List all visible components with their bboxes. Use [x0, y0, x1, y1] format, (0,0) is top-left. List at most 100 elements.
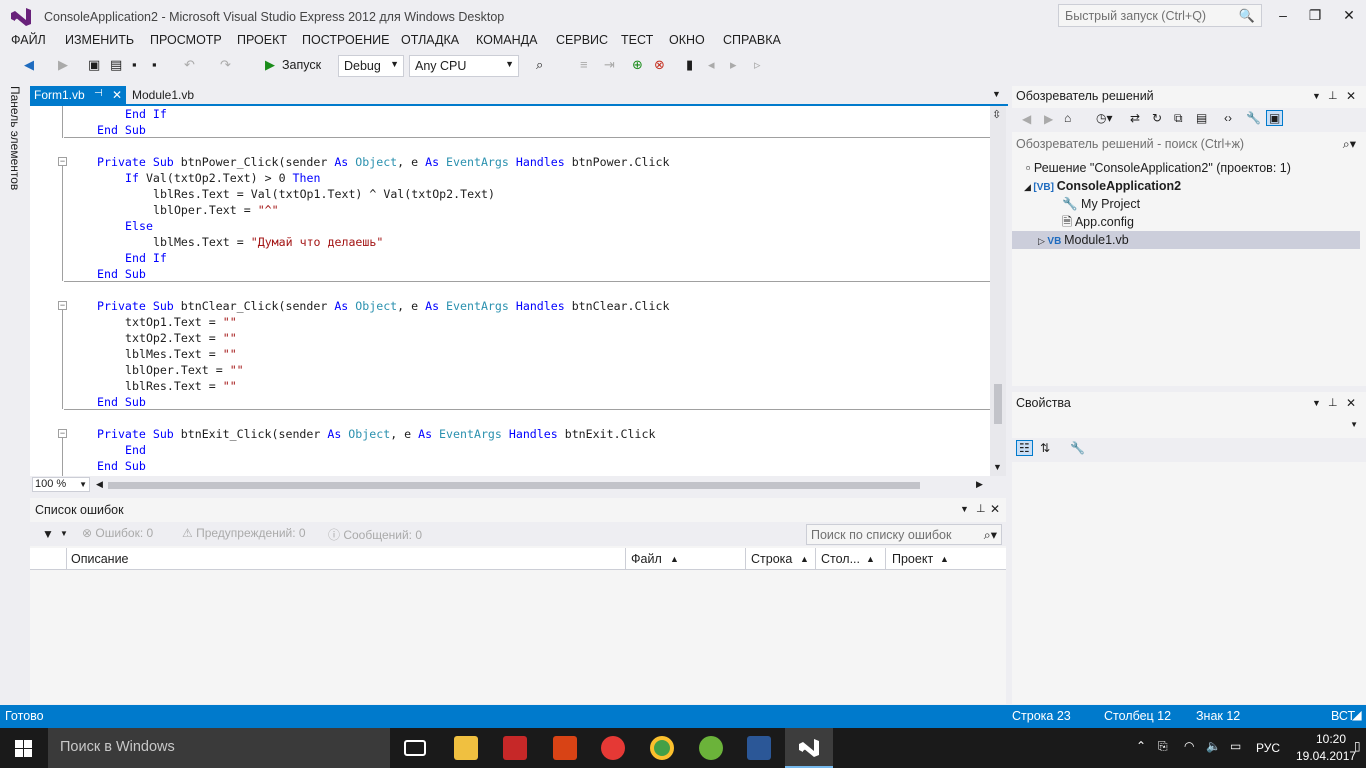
scroll-right-icon[interactable]: ▶ — [976, 479, 983, 490]
alphabetical-icon[interactable]: ⇅ — [1040, 441, 1050, 455]
tab-overflow-icon[interactable]: ▼ — [992, 89, 1001, 99]
close-icon[interactable]: ✕ — [1346, 396, 1356, 410]
clear-bookmarks-icon[interactable]: ▹ — [754, 56, 761, 74]
utorrent-icon[interactable] — [699, 736, 723, 760]
show-all-files-icon[interactable]: ▤ — [1196, 111, 1207, 125]
property-pages-icon[interactable]: 🔧 — [1070, 441, 1085, 455]
prev-bookmark-icon[interactable]: ◂ — [708, 56, 715, 74]
open-file-icon[interactable]: ▤ — [110, 56, 122, 74]
menu-view[interactable]: ПРОСМОТР — [150, 33, 222, 47]
language-indicator[interactable]: РУС — [1256, 741, 1280, 755]
save-all-icon[interactable]: ▪ — [152, 56, 157, 74]
opera-icon[interactable] — [601, 736, 625, 760]
clock-time[interactable]: 10:20 — [1316, 732, 1346, 746]
panel-menu-icon[interactable]: ▼ — [1312, 398, 1321, 408]
volume-icon[interactable]: 🔈 — [1206, 739, 1221, 753]
platform-dropdown[interactable]: Any CPU ▼ — [409, 55, 519, 77]
menu-help[interactable]: СПРАВКА — [723, 33, 781, 47]
view-code-icon[interactable]: ‹› — [1224, 111, 1232, 125]
tab-form1[interactable]: Form1.vb ⊣ ✕ — [30, 86, 126, 106]
chevron-down-icon[interactable]: ▼ — [60, 529, 68, 538]
vs-taskbar-button[interactable] — [785, 728, 833, 768]
tree-item-project[interactable]: ◢ [VB] ConsoleApplication2 — [1024, 177, 1181, 195]
expand-icon[interactable]: ▷ — [1038, 236, 1047, 246]
tab-module1[interactable]: Module1.vb — [130, 86, 196, 106]
save-icon[interactable]: ▪ — [132, 56, 137, 74]
tree-item-my-project[interactable]: 🔧 My Project — [1062, 195, 1140, 213]
warnings-toggle[interactable]: ⚠ Предупреждений: 0 — [182, 526, 306, 540]
split-icon[interactable]: ⇳ — [992, 108, 1001, 121]
network-icon[interactable]: ⎘ — [1158, 739, 1168, 754]
menu-tools[interactable]: СЕРВИС — [556, 33, 608, 47]
close-icon[interactable]: ✕ — [1346, 89, 1356, 103]
panel-menu-icon[interactable]: ▼ — [960, 504, 969, 514]
menu-build[interactable]: ПОСТРОЕНИЕ — [302, 33, 389, 47]
close-icon[interactable]: ✕ — [990, 502, 1000, 516]
menu-edit[interactable]: ИЗМЕНИТЬ — [65, 33, 134, 47]
next-bookmark-icon[interactable]: ▸ — [730, 56, 737, 74]
history-icon[interactable]: ◷▾ — [1096, 111, 1113, 125]
scroll-left-icon[interactable]: ◀ — [96, 479, 103, 490]
format-icon[interactable]: ≡ — [580, 56, 588, 74]
menu-debug[interactable]: ОТЛАДКА — [401, 33, 459, 47]
pin-icon[interactable]: ⊥ — [976, 502, 986, 515]
preview-icon[interactable]: ▣ — [1266, 110, 1284, 126]
home-icon[interactable]: ⌂ — [1064, 111, 1071, 125]
editor-vertical-scrollbar[interactable]: ⇳ ▼ — [990, 106, 1006, 476]
word-icon[interactable] — [747, 736, 771, 760]
app-icon[interactable] — [553, 736, 577, 760]
indent-icon[interactable]: ⇥ — [604, 56, 615, 74]
scroll-down-icon[interactable]: ▼ — [993, 462, 1002, 472]
wifi-icon[interactable]: ◠ — [1184, 739, 1194, 753]
messages-toggle[interactable]: ⓘ Сообщений: 0 — [328, 526, 422, 543]
column-file[interactable]: Файл — [631, 552, 662, 566]
close-button[interactable]: ✕ — [1334, 4, 1364, 26]
sync-icon[interactable]: ⇄ — [1130, 111, 1140, 125]
horizontal-scroll-thumb[interactable] — [108, 482, 920, 489]
refresh-icon[interactable]: ↻ — [1152, 111, 1162, 125]
collapse-all-icon[interactable]: ⧉ — [1174, 111, 1183, 126]
chrome-icon[interactable] — [650, 736, 674, 760]
undo-icon[interactable]: ↶ — [184, 56, 195, 74]
menu-window[interactable]: ОКНО — [669, 33, 705, 47]
column-project[interactable]: Проект — [892, 552, 933, 566]
pin-icon[interactable]: ⊥ — [1328, 89, 1338, 102]
column-col[interactable]: Стол... — [821, 552, 860, 566]
solution-search-input[interactable]: Обозреватель решений - поиск (Ctrl+ж) ⌕▾ — [1012, 134, 1360, 155]
error-search-input[interactable]: Поиск по списку ошибок ⌕▾ — [806, 524, 1002, 545]
back-icon[interactable]: ◀ — [24, 56, 34, 74]
config-dropdown[interactable]: Debug ▼ — [338, 55, 404, 77]
tree-item-module1[interactable]: ▷ VB Module1.vb — [1012, 231, 1360, 249]
collapse-icon[interactable]: − — [58, 157, 67, 166]
menu-team[interactable]: КОМАНДА — [476, 33, 537, 47]
back-icon[interactable]: ◀ — [1022, 112, 1031, 126]
file-explorer-icon[interactable] — [454, 736, 478, 760]
pin-icon[interactable]: ⊥ — [1328, 396, 1338, 409]
properties-icon[interactable]: 🔧 — [1246, 111, 1261, 125]
find-in-files-icon[interactable]: ⌕ — [536, 56, 543, 74]
forward-icon[interactable]: ▶ — [58, 56, 68, 74]
column-line[interactable]: Строка — [751, 552, 792, 566]
panel-menu-icon[interactable]: ▼ — [1312, 91, 1321, 101]
toolbox-tab[interactable]: Панель элементов — [8, 86, 22, 196]
zoom-dropdown[interactable]: 100 % ▼ — [32, 477, 90, 492]
menu-project[interactable]: ПРОЕКТ — [237, 33, 287, 47]
maximize-button[interactable]: ❐ — [1300, 4, 1330, 26]
scroll-thumb[interactable] — [994, 384, 1002, 424]
store-icon[interactable] — [503, 736, 527, 760]
tree-item-app-config[interactable]: 🗎 App.config — [1062, 213, 1134, 231]
menu-test[interactable]: ТЕСТ — [621, 33, 653, 47]
clock-date[interactable]: 19.04.2017 — [1296, 749, 1356, 763]
action-center-icon[interactable]: ▯ — [1354, 739, 1361, 753]
bookmark-add-icon[interactable]: ⊕ — [632, 56, 643, 74]
minimize-button[interactable]: – — [1268, 4, 1298, 26]
expand-icon[interactable]: ◢ — [1024, 182, 1033, 192]
errors-toggle[interactable]: ⊗ Ошибок: 0 — [82, 526, 153, 540]
object-selector[interactable]: ▼ — [1012, 416, 1366, 436]
menu-file[interactable]: ФАЙЛ — [11, 33, 46, 47]
collapse-icon[interactable]: − — [58, 301, 67, 310]
pin-icon[interactable]: ⊣ — [94, 88, 103, 99]
categorized-icon[interactable]: ☷ — [1016, 440, 1033, 456]
filter-icon[interactable]: ▼ — [42, 527, 54, 541]
forward-icon[interactable]: ▶ — [1044, 112, 1053, 126]
